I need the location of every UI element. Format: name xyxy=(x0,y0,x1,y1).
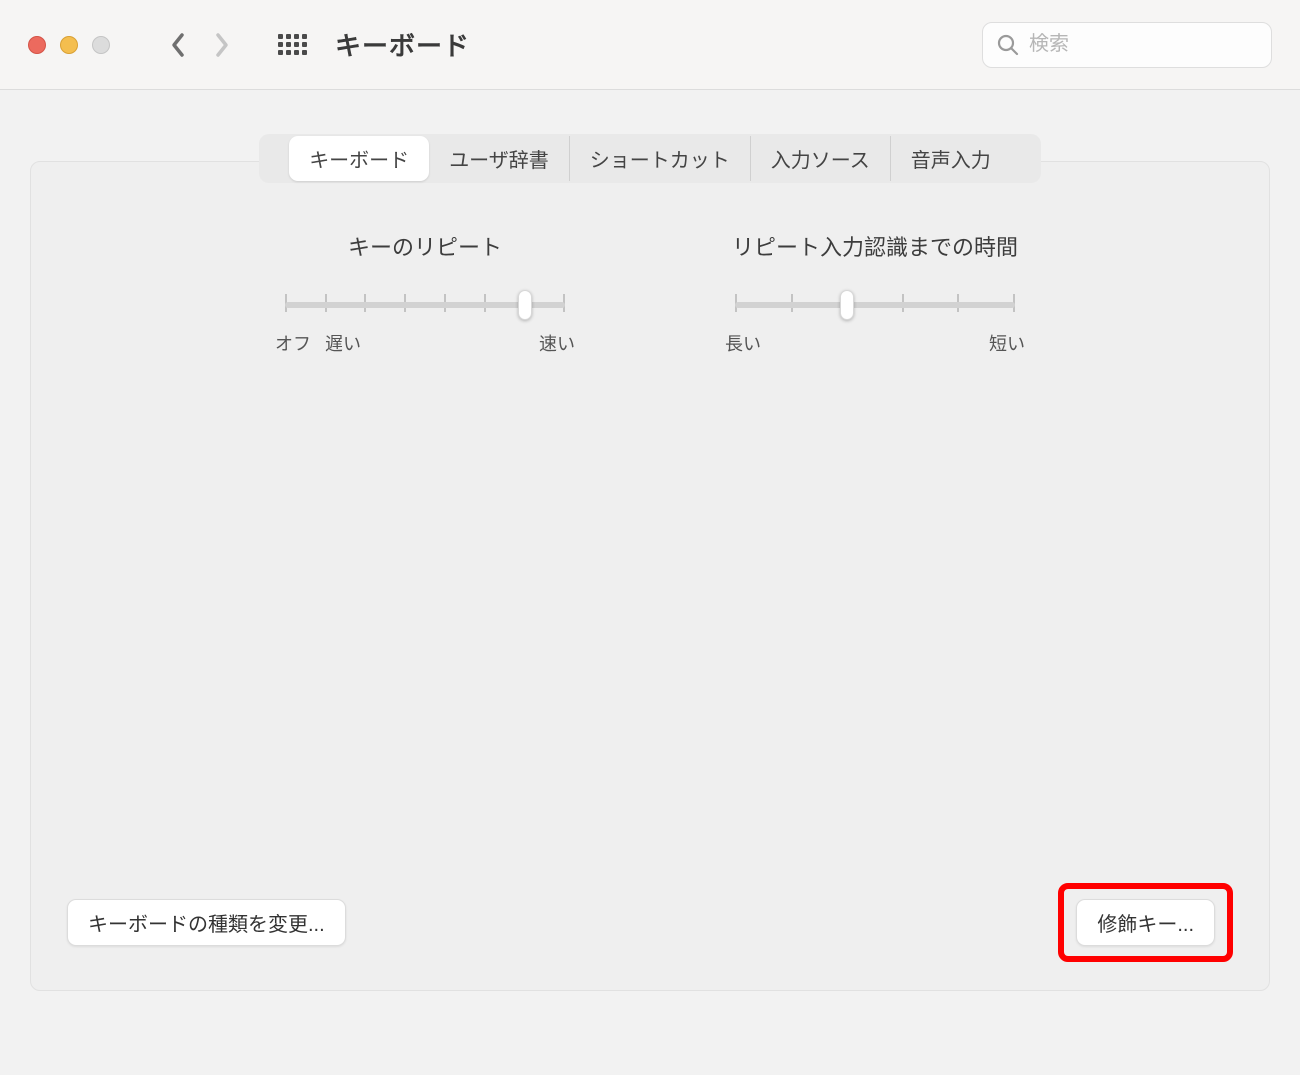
titlebar: キーボード xyxy=(0,0,1300,90)
delay-label: リピート入力認識までの時間 xyxy=(732,230,1018,262)
tab-bar: キーボード ユーザ辞書 ショートカット 入力ソース 音声入力 xyxy=(259,134,1041,183)
minimize-window-button[interactable] xyxy=(60,36,78,54)
key-repeat-slow-label: 遅い xyxy=(325,330,361,356)
close-window-button[interactable] xyxy=(28,36,46,54)
nav-buttons xyxy=(170,32,230,58)
delay-short-label: 短い xyxy=(989,330,1025,356)
tab-dictation[interactable]: 音声入力 xyxy=(891,136,1011,181)
key-repeat-label: キーのリピート xyxy=(348,230,502,262)
preferences-panel: キーのリピート オフ 遅い 速い リピート入力認識までの時間 xyxy=(30,161,1270,991)
change-keyboard-type-button[interactable]: キーボードの種類を変更... xyxy=(67,899,346,946)
chevron-right-icon xyxy=(214,32,230,58)
key-repeat-fast-label: 速い xyxy=(539,330,575,356)
key-repeat-group: キーのリピート オフ 遅い 速い xyxy=(265,230,585,356)
highlight-annotation: 修飾キー... xyxy=(1058,883,1233,962)
delay-slider[interactable] xyxy=(735,290,1015,320)
forward-button[interactable] xyxy=(214,32,230,58)
key-repeat-slider[interactable] xyxy=(285,290,565,320)
key-repeat-off-label: オフ xyxy=(275,330,311,356)
key-repeat-thumb[interactable] xyxy=(518,290,532,320)
chevron-left-icon xyxy=(170,32,186,58)
grid-icon xyxy=(278,34,307,55)
search-icon xyxy=(997,34,1019,56)
back-button[interactable] xyxy=(170,32,186,58)
search-input[interactable] xyxy=(1029,33,1257,56)
tab-input-sources[interactable]: 入力ソース xyxy=(751,136,891,181)
delay-thumb[interactable] xyxy=(840,290,854,320)
tab-shortcuts[interactable]: ショートカット xyxy=(570,136,751,181)
search-field[interactable] xyxy=(982,22,1272,68)
tab-keyboard[interactable]: キーボード xyxy=(289,136,429,181)
tab-user-dictionary[interactable]: ユーザ辞書 xyxy=(429,136,570,181)
delay-group: リピート入力認識までの時間 長い 短い xyxy=(715,230,1035,356)
show-all-button[interactable] xyxy=(278,34,307,55)
modifier-keys-button[interactable]: 修飾キー... xyxy=(1076,899,1215,946)
zoom-window-button[interactable] xyxy=(92,36,110,54)
window-title: キーボード xyxy=(335,26,470,63)
delay-long-label: 長い xyxy=(725,330,761,356)
window-controls xyxy=(28,36,110,54)
